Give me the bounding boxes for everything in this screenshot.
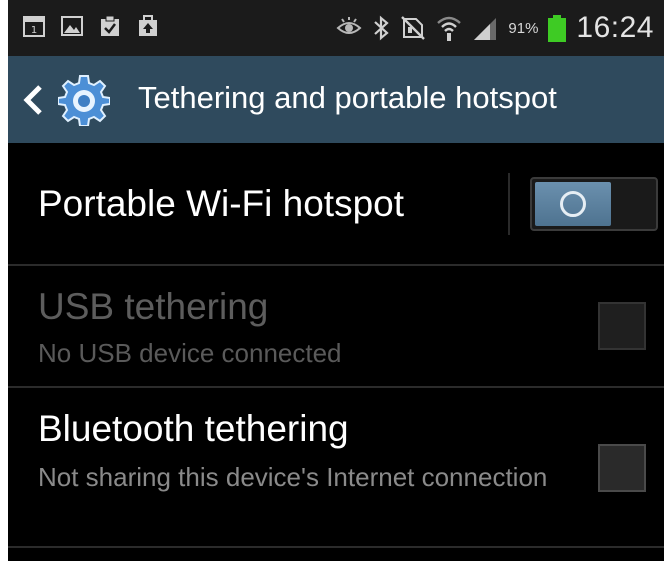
usb-tethering-row[interactable]: USB tethering No USB device connected	[8, 266, 664, 386]
eye-icon	[336, 17, 362, 34]
svg-text:1: 1	[31, 25, 37, 36]
bluetooth-tethering-title: Bluetooth tethering	[38, 408, 349, 449]
bluetooth-icon	[374, 15, 390, 41]
system-status: 91% 16:24	[336, 8, 654, 48]
gallery-icon	[61, 16, 83, 36]
toggle-thumb[interactable]	[535, 182, 611, 226]
status-clock: 16:24	[576, 11, 654, 44]
wifi-hotspot-title: Portable Wi-Fi hotspot	[38, 183, 405, 224]
no-sim-icon	[401, 16, 426, 40]
bluetooth-tethering-row[interactable]: Bluetooth tethering Not sharing this dev…	[8, 388, 664, 546]
wifi-hotspot-row[interactable]: Portable Wi-Fi hotspot	[8, 143, 664, 264]
clipboard-check-icon	[101, 15, 119, 36]
upload-bag-icon	[139, 15, 157, 36]
battery-icon	[548, 14, 567, 42]
status-bar: 1 91% 16:24	[8, 0, 664, 56]
bluetooth-tethering-subtitle: Not sharing this device's Internet conne…	[38, 462, 548, 492]
toggle-off-icon	[560, 191, 586, 217]
notification-icons: 1	[22, 14, 160, 38]
calendar-icon: 1	[23, 16, 45, 37]
wifi-hotspot-toggle[interactable]	[530, 177, 658, 231]
divider	[8, 546, 664, 548]
chevron-left-icon[interactable]	[22, 83, 44, 117]
wifi-icon	[437, 16, 462, 41]
usb-tethering-subtitle: No USB device connected	[38, 338, 342, 368]
phone-screen: 1 91% 16:24 Tethering and portable hotsp…	[8, 0, 664, 561]
action-bar: Tethering and portable hotspot	[8, 56, 664, 143]
row-separator	[508, 173, 510, 235]
usb-tethering-checkbox[interactable]	[598, 302, 646, 350]
bluetooth-tethering-checkbox[interactable]	[598, 444, 646, 492]
battery-percent: 91%	[508, 19, 539, 37]
signal-icon	[474, 18, 497, 40]
screen-title: Tethering and portable hotspot	[138, 80, 557, 115]
usb-tethering-title: USB tethering	[38, 286, 269, 327]
gear-icon[interactable]	[58, 74, 110, 126]
back-button[interactable]	[22, 80, 46, 120]
